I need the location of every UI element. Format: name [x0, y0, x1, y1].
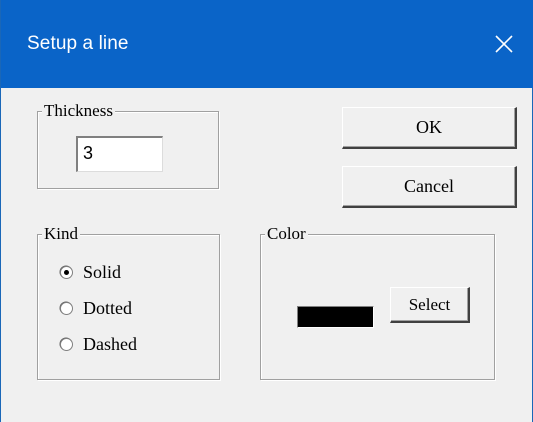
dialog-window: Setup a line Thickness 3 OK Cancel Kind … — [0, 0, 533, 422]
thickness-group: Thickness 3 — [37, 101, 219, 189]
radio-label-solid: Solid — [83, 262, 122, 282]
select-color-button[interactable]: Select — [390, 287, 470, 323]
thickness-input[interactable]: 3 — [76, 136, 163, 172]
title-bar[interactable]: Setup a line — [1, 0, 533, 88]
close-button[interactable] — [482, 24, 526, 64]
thickness-group-label: Thickness — [42, 101, 115, 121]
radio-label-dotted: Dotted — [83, 298, 132, 318]
radio-dashed[interactable]: Dashed — [60, 334, 137, 355]
close-icon — [495, 35, 513, 53]
kind-group: Kind Solid Dotted Dashed — [37, 224, 220, 380]
radio-solid[interactable]: Solid — [60, 262, 121, 283]
color-swatch — [297, 306, 374, 328]
color-group-label: Color — [265, 224, 308, 244]
dialog-client-area: Thickness 3 OK Cancel Kind Solid Dotted … — [1, 88, 532, 422]
color-group: Color Select — [260, 224, 495, 380]
ok-button[interactable]: OK — [342, 107, 517, 149]
radio-indicator-solid — [60, 266, 73, 279]
radio-label-dashed: Dashed — [83, 334, 137, 354]
radio-indicator-dotted — [60, 302, 73, 315]
radio-indicator-dashed — [60, 338, 73, 351]
window-title: Setup a line — [27, 33, 129, 54]
radio-dotted[interactable]: Dotted — [60, 298, 132, 319]
kind-group-label: Kind — [42, 224, 80, 244]
cancel-button[interactable]: Cancel — [342, 166, 517, 208]
